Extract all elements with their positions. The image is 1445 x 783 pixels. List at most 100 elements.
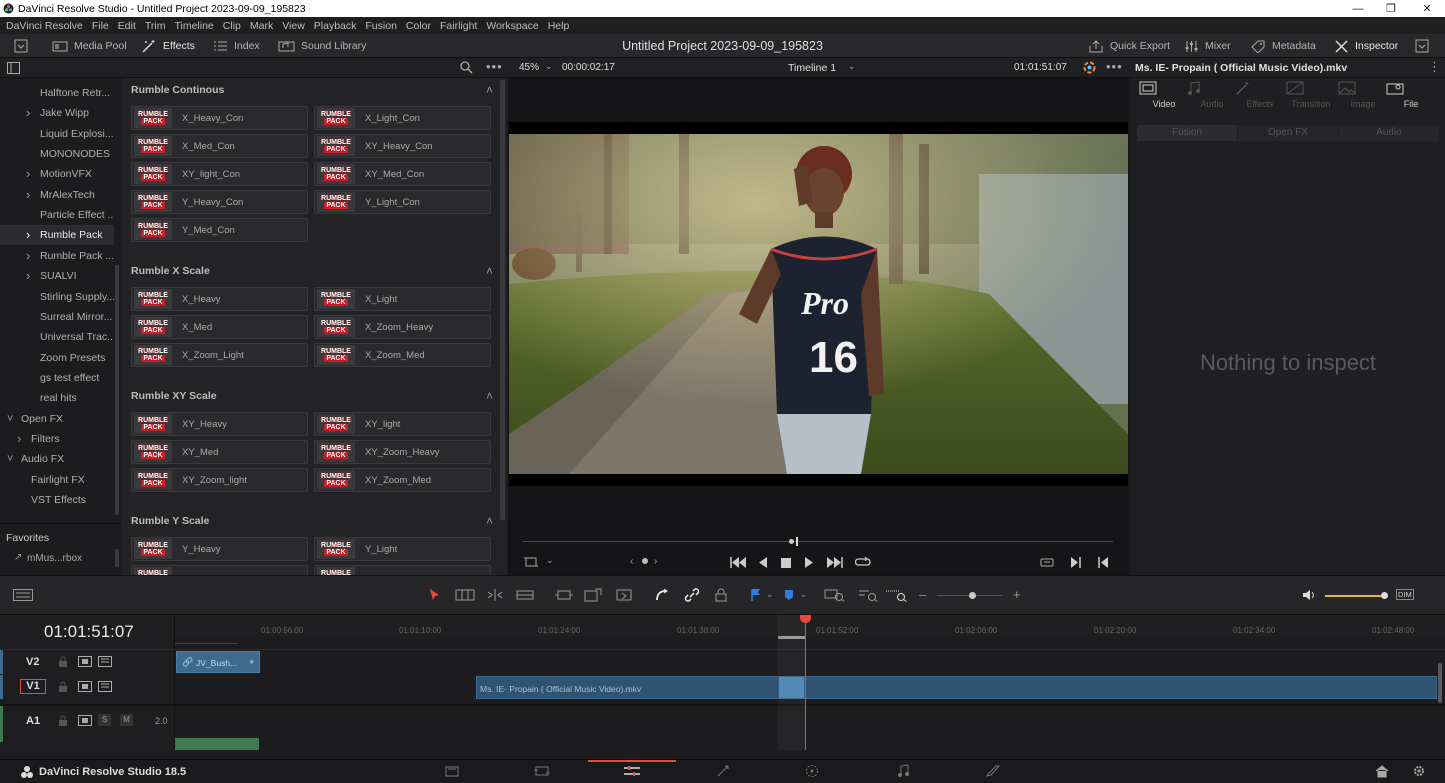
search-icon[interactable] bbox=[460, 61, 473, 74]
media-page-icon[interactable] bbox=[445, 764, 459, 781]
loop-icon[interactable] bbox=[855, 556, 871, 568]
selection-tool-icon[interactable] bbox=[429, 588, 441, 605]
inspector-tab-video[interactable]: Video bbox=[1139, 81, 1189, 109]
track-name-v1[interactable]: V1 bbox=[20, 679, 46, 694]
tree-item[interactable]: › Rumble Pack bbox=[0, 225, 114, 246]
chevron-right-icon[interactable]: › bbox=[17, 429, 21, 449]
metadata-button[interactable]: Metadata bbox=[1250, 34, 1316, 58]
collapse-group-icon[interactable]: ˄ bbox=[486, 389, 493, 403]
scrub-marker[interactable] bbox=[789, 539, 794, 544]
close-icon[interactable]: ✕ bbox=[1409, 0, 1445, 17]
end-marker-icon[interactable] bbox=[1098, 557, 1108, 568]
effect-tile[interactable]: RUMBLEPACK bbox=[131, 565, 308, 575]
menu-mark[interactable]: Mark bbox=[250, 20, 273, 32]
marker-dropdown-icon[interactable]: ⌄ bbox=[800, 589, 808, 600]
viewer-options-icon[interactable]: ••• bbox=[1106, 59, 1123, 74]
fairlight-page-icon[interactable] bbox=[896, 764, 910, 781]
menu-color[interactable]: Color bbox=[406, 20, 431, 32]
mute-button[interactable]: M bbox=[120, 714, 133, 726]
effect-tile[interactable]: RUMBLE PACK XY_Zoom_Med bbox=[314, 468, 491, 492]
auto-select-icon[interactable] bbox=[78, 656, 92, 670]
zoom-full-icon[interactable] bbox=[824, 588, 846, 605]
volume-slider[interactable] bbox=[1325, 595, 1385, 597]
tree-item[interactable]: Particle Effect ... bbox=[0, 205, 114, 225]
viewer-scrub-bar[interactable] bbox=[523, 541, 1113, 542]
quick-export-button[interactable]: Quick Export bbox=[1088, 34, 1170, 58]
minimize-icon[interactable]: — bbox=[1340, 0, 1376, 17]
effect-tile[interactable]: RUMBLE PACK X_Zoom_Light bbox=[131, 343, 308, 367]
panel-toggle-icon[interactable] bbox=[14, 39, 28, 53]
volume-handle[interactable] bbox=[1381, 592, 1388, 599]
clip-v1[interactable]: Ms. IE- Propain ( Official Music Video).… bbox=[476, 676, 1437, 699]
blade-edit-icon[interactable] bbox=[516, 588, 534, 605]
effects-button[interactable]: Effects bbox=[141, 34, 195, 58]
timeline-zoom-handle[interactable] bbox=[969, 592, 976, 599]
effect-tile[interactable]: RUMBLEPACK bbox=[314, 565, 491, 575]
home-icon[interactable] bbox=[1375, 764, 1389, 781]
auto-select-icon[interactable] bbox=[78, 681, 92, 695]
sidebar-toggle-icon[interactable] bbox=[7, 62, 20, 74]
tree-item[interactable]: Stirling Supply... bbox=[0, 287, 114, 307]
tree-item[interactable]: real hits bbox=[0, 388, 114, 408]
effect-tile[interactable]: RUMBLE PACK X_Zoom_Med bbox=[314, 343, 491, 367]
tree-item[interactable]: › Filters bbox=[0, 429, 114, 449]
inspector-tab-file[interactable]: File bbox=[1386, 81, 1436, 109]
linked-selection-icon[interactable] bbox=[684, 588, 700, 605]
timeline-view-options-icon[interactable] bbox=[13, 589, 33, 601]
zoom-out-icon[interactable]: – bbox=[919, 587, 926, 602]
menu-clip[interactable]: Clip bbox=[223, 20, 241, 32]
marker-icon[interactable] bbox=[783, 588, 795, 605]
effect-tile[interactable]: RUMBLE PACK Y_Med_Con bbox=[131, 218, 308, 242]
tree-item[interactable]: › SUALVI bbox=[0, 266, 114, 286]
chevron-right-icon[interactable]: › bbox=[26, 103, 30, 123]
tree-item[interactable]: › Jake Wipp bbox=[0, 103, 114, 123]
expand-panel-icon[interactable] bbox=[1415, 39, 1429, 53]
collapse-group-icon[interactable]: ˄ bbox=[486, 83, 493, 97]
tree-scrollbar[interactable] bbox=[115, 265, 119, 515]
menu-help[interactable]: Help bbox=[548, 20, 570, 32]
effects-scrollbar[interactable] bbox=[500, 80, 505, 520]
timeline-v-scrollbar[interactable] bbox=[1438, 663, 1442, 703]
trim-edit-icon[interactable] bbox=[455, 588, 475, 605]
inspector-segment-fusion[interactable]: Fusion bbox=[1137, 125, 1237, 141]
menu-timeline[interactable]: Timeline bbox=[174, 20, 213, 32]
lock-track-icon[interactable] bbox=[58, 715, 68, 729]
chevron-down-icon[interactable]: ˅ bbox=[7, 409, 13, 429]
inspector-tab-audio[interactable]: Audio bbox=[1187, 81, 1237, 109]
go-to-start-icon[interactable] bbox=[730, 557, 746, 568]
effect-tile[interactable]: RUMBLE PACK X_Heavy_Con bbox=[131, 106, 308, 130]
dim-button[interactable]: DIM bbox=[1396, 589, 1414, 600]
tree-item[interactable]: ˅ Open FX bbox=[0, 409, 114, 429]
effect-tile[interactable]: RUMBLE PACK Y_Light_Con bbox=[314, 190, 491, 214]
scrub-playhead[interactable] bbox=[796, 537, 798, 546]
effect-tile[interactable]: RUMBLE PACK Y_Heavy bbox=[131, 537, 308, 561]
effect-tile[interactable]: RUMBLE PACK XY_light bbox=[314, 412, 491, 436]
color-wheel-icon[interactable] bbox=[1083, 61, 1096, 74]
chevron-right-icon[interactable]: › bbox=[26, 225, 30, 245]
tree-item[interactable]: Halftone Retr... bbox=[0, 83, 114, 103]
timeline-dropdown-icon[interactable]: ⌄ bbox=[848, 61, 856, 72]
tree-item[interactable]: Liquid Explosi... bbox=[0, 124, 114, 144]
effect-tile[interactable]: RUMBLE PACK X_Light_Con bbox=[314, 106, 491, 130]
collapse-group-icon[interactable]: ˄ bbox=[486, 264, 493, 278]
effect-tile[interactable]: RUMBLE PACK XY_Heavy bbox=[131, 412, 308, 436]
effect-tile[interactable]: RUMBLE PACK XY_Med bbox=[131, 440, 308, 464]
menu-fusion[interactable]: Fusion bbox=[365, 20, 397, 32]
timeline-name[interactable]: Timeline 1 bbox=[788, 62, 836, 74]
effect-tile[interactable]: RUMBLE PACK X_Zoom_Heavy bbox=[314, 315, 491, 339]
lock-track-icon[interactable] bbox=[58, 656, 68, 670]
effect-tile[interactable]: RUMBLE PACK Y_Light bbox=[314, 537, 491, 561]
effect-tile[interactable]: RUMBLE PACK XY_Med_Con bbox=[314, 162, 491, 186]
disable-video-track-icon[interactable] bbox=[98, 656, 112, 670]
deliver-page-icon[interactable] bbox=[985, 764, 1001, 781]
mixer-button[interactable]: Mixer bbox=[1184, 34, 1231, 58]
go-to-end-icon[interactable] bbox=[827, 557, 843, 568]
index-button[interactable]: Index bbox=[213, 34, 260, 58]
menu-trim[interactable]: Trim bbox=[145, 20, 166, 32]
chevron-down-icon[interactable]: ˅ bbox=[7, 449, 13, 469]
effect-group-title[interactable]: Rumble X Scale bbox=[131, 265, 210, 277]
play-icon[interactable] bbox=[805, 557, 813, 568]
menu-davinci-resolve[interactable]: DaVinci Resolve bbox=[6, 20, 83, 32]
effect-tile[interactable]: RUMBLE PACK X_Med bbox=[131, 315, 308, 339]
tree-item[interactable]: Universal Trac... bbox=[0, 327, 114, 347]
